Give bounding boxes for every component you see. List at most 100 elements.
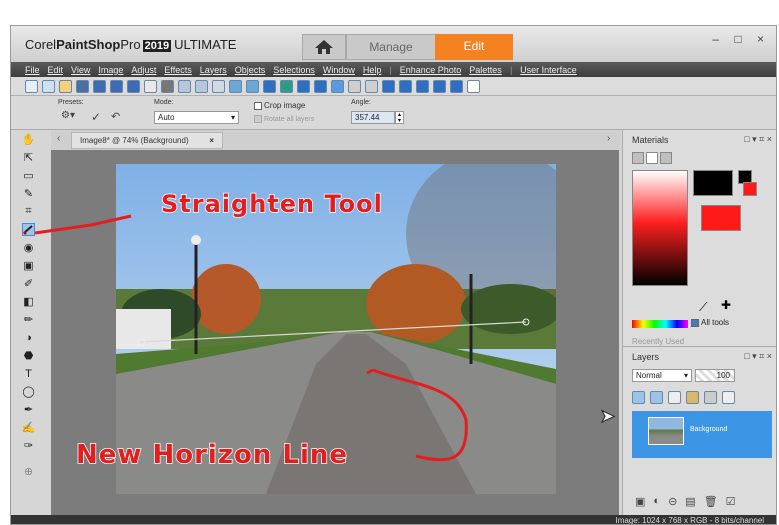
paint-brush-icon[interactable]: ✏ <box>22 313 35 326</box>
grid-icon[interactable] <box>42 79 55 93</box>
move-layer-up-icon[interactable] <box>632 391 645 404</box>
pick-tool-icon[interactable]: ⇱ <box>22 151 35 164</box>
scroll-tabs-right-icon[interactable]: › <box>607 133 610 144</box>
tab-edit[interactable]: Edit <box>435 34 513 60</box>
menu-palettes[interactable]: Palettes <box>469 65 502 75</box>
scroll-tabs-left-icon[interactable]: ‹ <box>57 133 60 144</box>
swatches-list-icon[interactable] <box>660 152 672 164</box>
mask-icon[interactable] <box>365 79 378 93</box>
properties-icon[interactable]: ☑ <box>726 495 736 508</box>
save-as-icon[interactable] <box>110 79 123 93</box>
tab-manage[interactable]: Manage <box>346 34 436 60</box>
bg-small-swatch[interactable] <box>743 182 757 196</box>
visibility-icon[interactable] <box>668 391 681 404</box>
opacity-field[interactable]: 100 <box>695 369 735 382</box>
rotate-layers-option[interactable]: Rotate all layers <box>254 115 314 123</box>
zoom-out-icon[interactable] <box>433 79 446 93</box>
merge-icon[interactable] <box>348 79 361 93</box>
menu-layers[interactable]: Layers <box>200 65 227 75</box>
layers-palette-controls[interactable]: □ ▾ ⌗ × <box>744 351 772 362</box>
blend-mode-select[interactable]: Normal ▾ <box>632 369 692 382</box>
window-controls[interactable]: – □ × <box>712 32 770 46</box>
home-tab[interactable] <box>302 34 346 60</box>
history-icon[interactable] <box>212 79 225 93</box>
swatch-view-icon[interactable] <box>632 152 644 164</box>
close-tab-icon[interactable]: × <box>209 133 214 148</box>
link-icon[interactable] <box>722 391 735 404</box>
presets-dropdown-icon[interactable]: ⚙▾ <box>61 110 75 121</box>
fit-window-icon[interactable] <box>382 79 395 93</box>
save-copy-icon[interactable] <box>127 79 140 93</box>
menu-selections[interactable]: Selections <box>273 65 315 75</box>
canvas-size-icon[interactable] <box>314 79 327 93</box>
text-tool-icon[interactable]: T <box>22 367 35 380</box>
hue-bar[interactable] <box>632 320 688 328</box>
delete-layer-icon[interactable]: 🗑 <box>704 495 718 508</box>
menu-window[interactable]: Window <box>323 65 355 75</box>
menu-view[interactable]: View <box>71 65 90 75</box>
undo-icon[interactable] <box>178 79 191 93</box>
menu-effects[interactable]: Effects <box>164 65 191 75</box>
dodge-tool-icon[interactable]: ◑ <box>22 331 35 344</box>
new-file-icon[interactable] <box>25 79 38 93</box>
actual-size-icon[interactable] <box>399 79 412 93</box>
pan-tool-icon[interactable]: ✋ <box>22 133 36 146</box>
add-tool-icon[interactable]: ⊕ <box>22 465 35 478</box>
warp-brush-icon[interactable]: ✍ <box>22 421 36 434</box>
menu-user-interface[interactable]: User Interface <box>520 65 577 75</box>
fill-tool-icon[interactable]: ⬣ <box>22 349 35 362</box>
rainbow-view-icon[interactable] <box>646 152 658 164</box>
add-swatch-icon[interactable]: ✚ <box>721 298 731 312</box>
mode-select[interactable]: Auto ▾ <box>154 111 239 124</box>
angle-spinner[interactable]: ▴ ▾ <box>395 111 404 124</box>
zoom-in-icon[interactable] <box>416 79 429 93</box>
redo-icon[interactable] <box>195 79 208 93</box>
menu-image[interactable]: Image <box>98 65 123 75</box>
print-icon[interactable] <box>161 79 174 93</box>
layer-row-background[interactable]: Background <box>632 411 772 458</box>
workspace-icon[interactable] <box>467 79 480 93</box>
color-picker-gradient[interactable] <box>632 170 688 286</box>
edit-layer-icon[interactable] <box>686 391 699 404</box>
menu-adjust[interactable]: Adjust <box>131 65 156 75</box>
merge-layer-icon[interactable]: ▤ <box>685 495 695 508</box>
menu-help[interactable]: Help <box>363 65 382 75</box>
shape-tool-icon[interactable]: ◯ <box>22 385 35 398</box>
rotate-checkbox[interactable] <box>254 115 262 123</box>
menu-edit[interactable]: Edit <box>48 65 64 75</box>
layers-icon[interactable] <box>331 79 344 93</box>
mirror-icon[interactable] <box>246 79 259 93</box>
pen-tool-icon[interactable]: ✒ <box>22 403 35 416</box>
info-icon[interactable] <box>263 79 276 93</box>
new-layer-icon[interactable]: ▣ <box>635 495 645 508</box>
resize-icon[interactable] <box>297 79 310 93</box>
menu-file[interactable]: File <box>25 65 40 75</box>
move-layer-down-icon[interactable] <box>650 391 663 404</box>
gradient-tool-icon[interactable]: ◧ <box>22 295 35 308</box>
image-properties-icon[interactable] <box>280 79 293 93</box>
document-tab[interactable]: Image8* @ 74% (Background) × <box>71 132 223 149</box>
palette-controls[interactable]: □ ▾ ⌗ × <box>744 134 772 145</box>
lock-icon[interactable] <box>704 391 717 404</box>
clone-brush-icon[interactable]: ✐ <box>22 277 35 290</box>
flip-icon[interactable] <box>229 79 242 93</box>
scanner-icon[interactable] <box>76 79 89 93</box>
mask-layer-icon[interactable]: ⊝ <box>668 495 677 508</box>
adjustment-layer-icon[interactable]: ◐ <box>653 495 660 508</box>
apply-check-icon[interactable]: ✓ <box>91 110 101 124</box>
art-media-icon[interactable]: ✑ <box>22 439 35 452</box>
all-tools-checkbox[interactable] <box>691 318 699 327</box>
all-tools-option[interactable]: All tools <box>691 318 729 327</box>
angle-input[interactable]: 357.44 <box>351 111 395 124</box>
background-color-swatch[interactable] <box>701 205 741 231</box>
share-icon[interactable] <box>144 79 157 93</box>
reset-icon[interactable]: ↶ <box>111 110 120 123</box>
dropper-tool-icon[interactable]: ✎ <box>22 187 35 200</box>
menu-enhance-photo[interactable]: Enhance Photo <box>400 65 462 75</box>
save-icon[interactable] <box>93 79 106 93</box>
crop-image-option[interactable]: Crop image <box>254 101 305 110</box>
red-eye-tool-icon[interactable]: ◉ <box>22 241 35 254</box>
foreground-color-swatch[interactable] <box>693 170 733 196</box>
crop-checkbox[interactable] <box>254 101 262 110</box>
open-folder-icon[interactable] <box>59 79 72 93</box>
